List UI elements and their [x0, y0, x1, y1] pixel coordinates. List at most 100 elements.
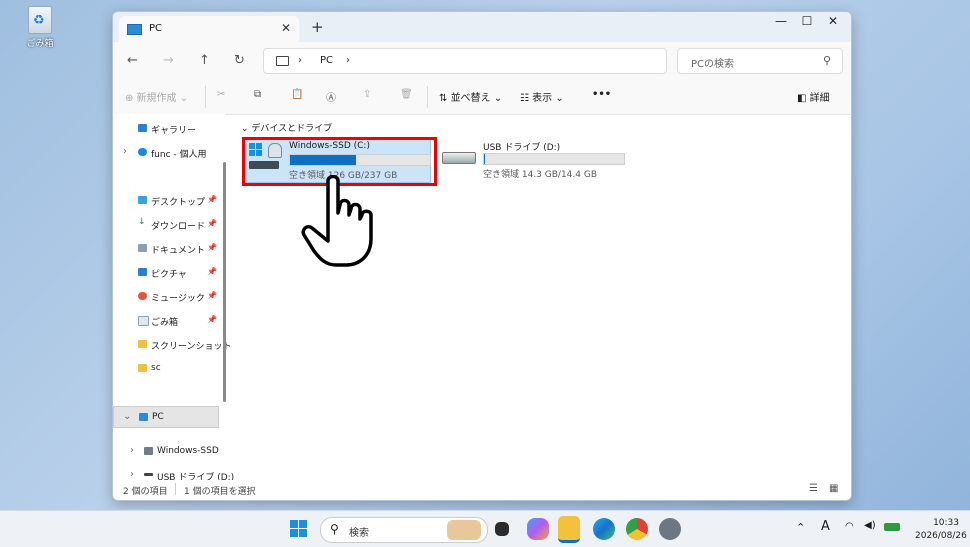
desktop-icon-label: ごみ箱	[26, 39, 54, 49]
close-button[interactable]: ✕	[821, 14, 845, 28]
rename-icon[interactable]: Ⓐ	[326, 89, 336, 104]
group-header[interactable]: ⌄ デバイスとドライブ	[241, 121, 332, 134]
usb-drive-icon	[144, 473, 153, 476]
sidebar-item-label: Windows-SSD	[157, 446, 219, 456]
gallery-icon	[138, 124, 147, 132]
plus-circle-icon: ⊕	[125, 93, 137, 104]
recycle-bin-icon	[138, 316, 149, 326]
chrome-icon[interactable]	[626, 518, 648, 540]
sidebar-item-desktop[interactable]: デスクトップ 📌	[113, 190, 217, 212]
chevron-right-icon[interactable]: ›	[346, 55, 350, 66]
sort-button[interactable]: ⇅ 並べ替え ⌄	[439, 89, 502, 104]
start-button[interactable]	[290, 520, 308, 538]
group-label: デバイスとドライブ	[251, 124, 333, 134]
details-pane-icon: ◧	[797, 93, 810, 104]
selection-count: 1 個の項目を選択	[184, 487, 256, 497]
search-input[interactable]: PCの検索 ⚲	[677, 48, 843, 74]
pc-icon	[127, 24, 142, 35]
minimize-button[interactable]: —	[769, 14, 793, 28]
back-icon[interactable]: ←	[127, 53, 138, 68]
command-bar: ⊕ 新規作成 ⌄ ✂ ⧉ 📋 Ⓐ ⇪ 🗑 ⇅ 並べ替え ⌄ ☷ 表示 ⌄ •••…	[113, 80, 851, 115]
drive-d-tile[interactable]: USB ドライブ (D:) 空き領域 14.3 GB/14.4 GB	[438, 138, 628, 181]
desktop-recycle-bin[interactable]: ♻ ごみ箱	[22, 6, 58, 49]
search-placeholder: 検索	[349, 528, 369, 539]
document-icon	[138, 244, 147, 252]
pin-icon: 📌	[207, 195, 217, 204]
close-tab-icon[interactable]: ✕	[281, 21, 291, 35]
details-pane-button[interactable]: ◧ 詳細	[797, 89, 830, 104]
sidebar-item-documents[interactable]: ドキュメント 📌	[113, 238, 217, 260]
free-space-text: 空き領域 14.3 GB/14.4 GB	[483, 170, 597, 180]
details-view-icon[interactable]: ☰	[809, 483, 818, 494]
sidebar-item-gallery[interactable]: ギャラリー	[113, 118, 217, 140]
forward-icon[interactable]: →	[163, 53, 174, 68]
sidebar-item-label: PC	[152, 412, 164, 422]
usage-bar	[483, 153, 625, 165]
delete-icon[interactable]: 🗑	[400, 89, 413, 100]
details-label: 詳細	[809, 93, 830, 104]
navigation-bar: ← → ↑ ↻ › PC › PCの検索 ⚲	[113, 42, 851, 80]
cloud-icon	[138, 148, 147, 156]
chevron-right-icon[interactable]: ›	[123, 146, 127, 157]
recycle-bin-icon: ♻	[28, 6, 52, 34]
view-button[interactable]: ☷ 表示 ⌄	[520, 89, 564, 104]
sidebar-item-sc[interactable]: sc	[113, 358, 217, 380]
task-view-icon[interactable]	[495, 522, 509, 536]
taskbar-search[interactable]: ⚲ 検索	[320, 517, 488, 543]
date: 2026/08/26	[915, 531, 967, 541]
settings-icon[interactable]	[659, 518, 681, 540]
volume-icon[interactable]: ◀)	[864, 520, 876, 531]
view-icon: ☷	[520, 93, 533, 104]
chevron-down-icon[interactable]: ⌄	[123, 411, 131, 422]
tiles-view-icon[interactable]: ▦	[829, 483, 838, 494]
sidebar-item-label: ダウンロード	[151, 222, 206, 232]
clock[interactable]: 10:33 2026/08/26	[915, 517, 967, 543]
usb-drive-icon	[442, 152, 476, 164]
sidebar-item-pc[interactable]: ⌄ PC	[113, 406, 219, 428]
ime-indicator[interactable]: A	[821, 519, 830, 534]
paste-icon[interactable]: 📋	[291, 89, 303, 100]
folder-icon	[138, 364, 147, 372]
sidebar-scrollbar[interactable]	[223, 162, 226, 402]
share-icon[interactable]: ⇪	[363, 89, 371, 100]
sidebar-item-downloads[interactable]: ↓ ダウンロード 📌	[113, 214, 217, 236]
tab-title: PC	[149, 23, 163, 34]
sidebar-item-pictures[interactable]: ピクチャ 📌	[113, 262, 217, 284]
drive-icon	[144, 447, 153, 455]
sidebar-item-recycle-bin[interactable]: ごみ箱 📌	[113, 310, 217, 332]
search-icon: ⚲	[330, 522, 339, 536]
wifi-icon[interactable]: ◠	[845, 521, 854, 532]
pc-icon	[276, 56, 289, 66]
file-explorer-icon[interactable]	[558, 516, 580, 543]
copilot-icon[interactable]	[527, 518, 549, 540]
chevron-right-icon[interactable]: ›	[130, 445, 134, 456]
sidebar-item-label: ピクチャ	[151, 270, 187, 280]
copy-icon[interactable]: ⧉	[254, 89, 261, 100]
sidebar-item-onedrive[interactable]: › func - 個人用	[113, 142, 217, 164]
chevron-up-icon[interactable]: ⌃	[796, 521, 805, 534]
sidebar-item-label: sc	[151, 363, 161, 373]
address-bar[interactable]: › PC ›	[263, 48, 667, 74]
desktop-folder-icon	[138, 196, 147, 204]
time: 10:33	[933, 518, 959, 528]
edge-icon[interactable]	[593, 518, 615, 540]
sidebar-item-windows-ssd[interactable]: › Windows-SSD	[113, 441, 225, 463]
more-options-button[interactable]: •••	[592, 89, 611, 100]
sidebar-item-music[interactable]: ミュージック 📌	[113, 286, 217, 308]
chevron-right-icon[interactable]: ›	[130, 469, 134, 480]
drive-name: USB ドライブ (D:)	[483, 143, 561, 153]
maximize-button[interactable]: ☐	[795, 14, 819, 28]
battery-icon[interactable]	[884, 523, 900, 531]
cut-icon[interactable]: ✂	[217, 89, 225, 100]
divider	[205, 86, 206, 108]
breadcrumb-pc[interactable]: PC	[320, 55, 333, 66]
tab-pc[interactable]: PC ✕	[119, 16, 299, 42]
sidebar-item-screenshots[interactable]: スクリーンショット	[113, 334, 232, 356]
refresh-icon[interactable]: ↻	[234, 53, 245, 68]
new-tab-button[interactable]: +	[311, 18, 324, 36]
new-button[interactable]: ⊕ 新規作成 ⌄	[125, 89, 188, 104]
chevron-down-icon: ⌄	[241, 124, 252, 134]
sidebar-item-label: デスクトップ	[151, 198, 206, 208]
sidebar-item-label: スクリーンショット	[151, 342, 232, 352]
up-icon[interactable]: ↑	[199, 53, 210, 68]
